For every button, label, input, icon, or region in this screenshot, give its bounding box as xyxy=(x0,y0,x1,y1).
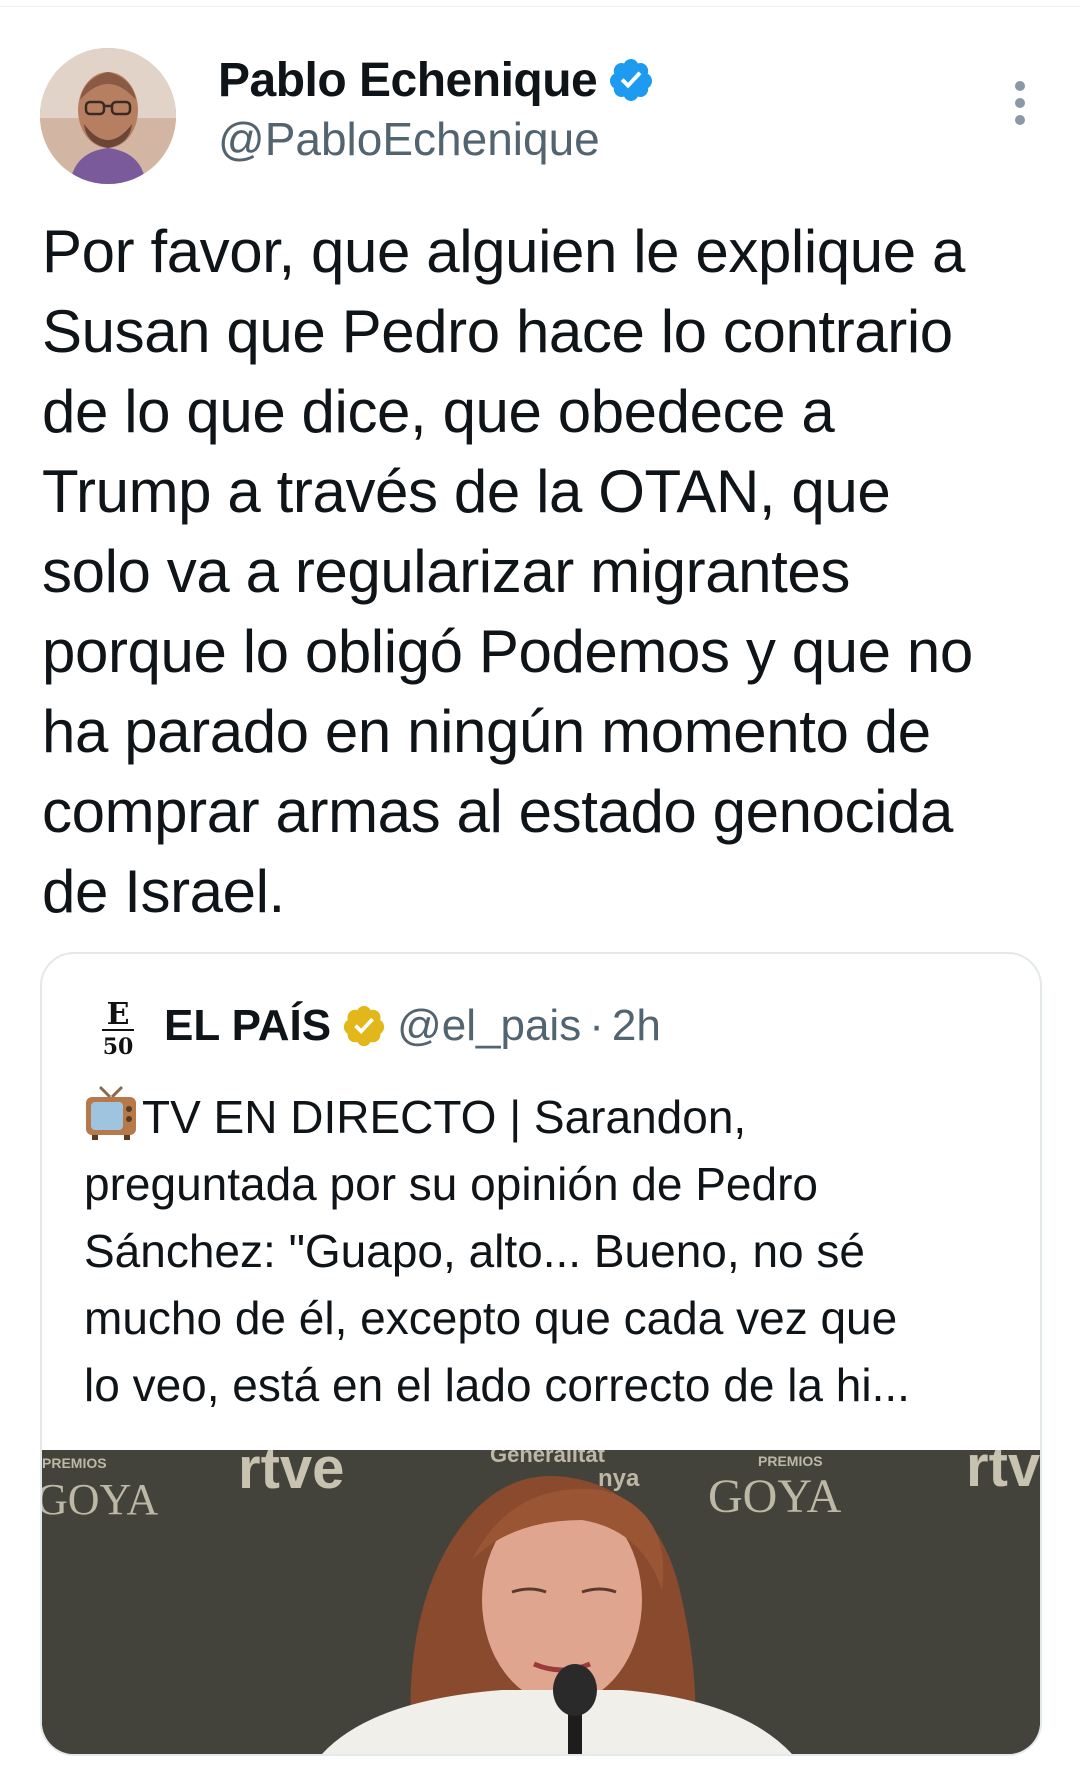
quoted-author-name[interactable]: EL PAÍS xyxy=(164,1001,331,1051)
tweet-text-line: de lo que dice, que obedece a xyxy=(42,378,835,445)
verified-gold-badge-icon xyxy=(343,1005,385,1047)
tweet-text-line: Trump a través de la OTAN, que xyxy=(42,458,891,525)
backdrop-text: rtve xyxy=(238,1450,344,1501)
tweet-text-line: Susan que Pedro hace lo contrario xyxy=(42,298,953,365)
quoted-text-line-content: TV EN DIRECTO | Sarandon, xyxy=(142,1091,747,1143)
tweet-text: Por favor, que alguien le explique a Sus… xyxy=(42,212,1052,932)
tweet-text-line: solo va a regularizar migrantes xyxy=(42,538,850,605)
quoted-tweet-card[interactable]: E 50 EL PAÍS @el_pais · 2h TV EN DIRECTO… xyxy=(40,952,1042,1756)
author-display-name[interactable]: Pablo Echenique xyxy=(218,53,598,108)
tweet-text-line: ha parado en ningún momento de xyxy=(42,698,931,765)
meta-separator: · xyxy=(589,1001,604,1050)
author-handle[interactable]: @PabloEchenique xyxy=(218,112,655,166)
quoted-tweet-header: E 50 EL PAÍS @el_pais · 2h xyxy=(94,994,661,1058)
el-pais-logo-icon[interactable]: E 50 xyxy=(94,994,142,1058)
backdrop-text: GOYA xyxy=(708,1470,842,1523)
tweet-text-line: comprar armas al estado genocida xyxy=(42,778,954,845)
quoted-text-line: lo veo, está en el lado correcto de la h… xyxy=(84,1359,910,1411)
quoted-timestamp[interactable]: 2h xyxy=(612,1001,661,1051)
quoted-author-handle[interactable]: @el_pais xyxy=(397,1001,581,1051)
television-emoji-icon xyxy=(86,1085,136,1140)
tweet-author[interactable]: Pablo Echenique @PabloEchenique xyxy=(218,50,655,166)
tweet-text-line: Por favor, que alguien le explique a xyxy=(42,218,965,285)
backdrop-text: rtv xyxy=(966,1450,1040,1499)
quoted-media-video-thumbnail[interactable]: PREMIOS GOYA rtve Generalitat nya PREMIO… xyxy=(42,1450,1040,1754)
backdrop-text: Generalitat xyxy=(490,1450,606,1467)
verified-badge-icon xyxy=(610,59,653,101)
tweet-text-line: de Israel. xyxy=(42,858,285,925)
backdrop-text: PREMIOS xyxy=(758,1453,823,1469)
tweet-text-line: porque lo obligó Podemos y que no xyxy=(42,618,973,685)
more-vertical-icon[interactable] xyxy=(1012,78,1028,128)
quoted-text-line: TV EN DIRECTO | Sarandon, xyxy=(84,1084,1014,1151)
quoted-text-line: preguntada por su opinión de Pedro xyxy=(84,1158,819,1210)
quoted-text-line: Sánchez: "Guapo, alto... Bueno, no sé xyxy=(84,1225,865,1277)
backdrop-text: GOYA xyxy=(42,1475,158,1524)
quoted-text-line: mucho de él, excepto que cada vez que xyxy=(84,1292,898,1344)
tweet[interactable]: Pablo Echenique @PabloEchenique Por favo… xyxy=(0,0,1080,1779)
svg-text:E: E xyxy=(107,997,130,1032)
backdrop-text: PREMIOS xyxy=(42,1455,107,1471)
svg-text:50: 50 xyxy=(103,1034,134,1058)
quoted-tweet-text: TV EN DIRECTO | Sarandon, preguntada por… xyxy=(84,1084,1014,1419)
avatar[interactable] xyxy=(40,48,176,184)
